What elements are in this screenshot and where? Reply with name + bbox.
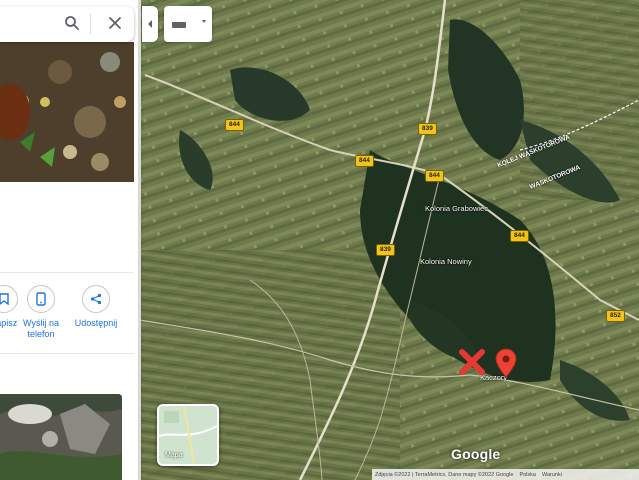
road-shield: 844 <box>510 230 529 242</box>
map-type-dropdown[interactable] <box>164 6 212 42</box>
send-to-phone-button[interactable]: Wyślij na telefon <box>11 285 71 340</box>
map-type-icon <box>172 20 206 28</box>
place-panel: Zapisz Wyślij na telefon Udostępnij <box>0 0 138 480</box>
imagery-attribution: Zdjęcia ©2022 | TerraMetrics, Dane mapy … <box>375 471 514 478</box>
share-label: Udostępnij <box>74 318 118 328</box>
location-pin-icon[interactable] <box>495 348 517 383</box>
map-footer: Zdjęcia ©2022 | TerraMetrics, Dane mapy … <box>372 469 639 480</box>
road-shield: 839 <box>376 244 395 256</box>
place-label-kolonia-nowiny: Kolonia Nowiny <box>420 257 472 266</box>
panel-scrollbar[interactable] <box>138 0 141 480</box>
country-link[interactable]: Polska <box>519 472 536 478</box>
action-bar: Zapisz Wyślij na telefon Udostępnij <box>0 272 134 354</box>
share-icon <box>82 285 110 313</box>
chevron-left-icon <box>148 20 152 28</box>
x-marker[interactable] <box>458 348 486 381</box>
share-button[interactable]: Udostępnij <box>66 285 126 329</box>
google-logo: Google <box>451 446 501 462</box>
place-photo[interactable] <box>0 42 134 182</box>
search-input[interactable] <box>6 14 64 36</box>
send-to-phone-label: Wyślij na telefon <box>23 318 59 339</box>
road-shield: 844 <box>425 170 444 182</box>
close-icon[interactable] <box>108 16 122 35</box>
layers-label: Mapa <box>165 452 183 459</box>
road-shield: 844 <box>355 155 374 167</box>
terms-link[interactable]: Warunki <box>542 472 562 478</box>
layers-toggle-button[interactable]: Mapa <box>157 404 219 466</box>
phone-icon <box>27 285 55 313</box>
road-shield: 844 <box>225 119 244 131</box>
search-box <box>0 6 134 42</box>
road-shield: 839 <box>418 123 437 135</box>
divider <box>90 14 91 34</box>
collapse-panel-button[interactable] <box>142 6 158 42</box>
place-label-kolonia-grabowiec: Kolonia Grabowiec <box>425 204 488 213</box>
road-shield: 852 <box>606 310 625 322</box>
search-icon[interactable] <box>64 15 80 36</box>
photo-thumbnail[interactable] <box>0 394 122 480</box>
